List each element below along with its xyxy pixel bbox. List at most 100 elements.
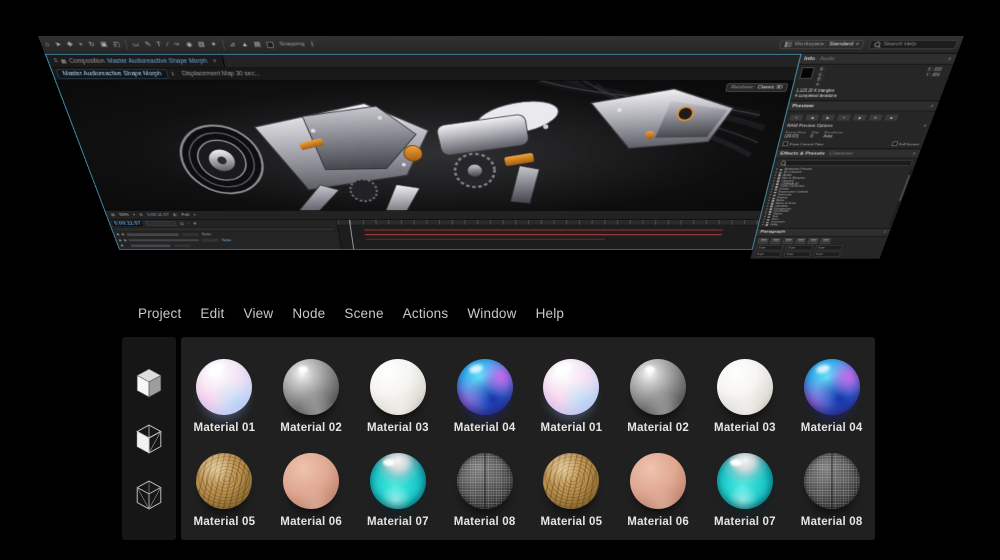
material-sphere-preview[interactable]	[543, 359, 599, 415]
layer-name-bar[interactable]	[130, 245, 171, 247]
pen-tool-icon[interactable]: ✎	[144, 41, 152, 48]
panel-menu-icon[interactable]: ≡	[930, 103, 935, 108]
menu-node[interactable]: Node	[292, 306, 325, 321]
time-ruler[interactable]	[337, 220, 759, 225]
blend-mode-dropdown[interactable]	[180, 232, 200, 236]
material-sphere-preview[interactable]	[457, 359, 513, 415]
solid-cube-icon[interactable]	[135, 367, 163, 399]
indent-left-field[interactable]: 0 px	[756, 245, 784, 250]
menu-edit[interactable]: Edit	[200, 306, 224, 321]
frame-rate-value[interactable]: (29.97)	[784, 135, 805, 139]
layer-duration-bar[interactable]	[365, 239, 605, 240]
material-sphere-preview[interactable]	[717, 453, 773, 509]
close-icon[interactable]: ×	[212, 58, 217, 64]
material-sphere-preview[interactable]	[196, 453, 252, 509]
material-sphere-preview[interactable]	[543, 453, 599, 509]
camera-tool-icon[interactable]: ▣	[100, 41, 109, 48]
material-item[interactable]: Material 08	[441, 438, 528, 533]
material-item[interactable]: Material 01	[181, 343, 268, 438]
lock-icon[interactable]	[123, 239, 126, 241]
snapshot-icon[interactable]: ◧	[173, 213, 178, 217]
panel-menu-icon[interactable]: ≡	[53, 58, 58, 63]
material-sphere-preview[interactable]	[370, 359, 426, 415]
camera-orbit-icon[interactable]: ▲	[240, 41, 248, 48]
paragraph-panel-tab[interactable]: Paragraph	[760, 230, 786, 234]
frame-blend-icon[interactable]: ✚	[193, 222, 198, 226]
align-right-button[interactable]	[782, 238, 794, 244]
brush-tool-icon[interactable]: ✑	[173, 41, 181, 48]
material-item[interactable]: Material 04	[788, 343, 875, 438]
comp-nav-item[interactable]: Displacement Map 30 sec...	[177, 70, 264, 78]
material-item[interactable]: Material 06	[615, 438, 702, 533]
material-sphere-preview[interactable]	[457, 453, 513, 509]
menu-project[interactable]: Project	[138, 306, 181, 321]
comp-mini-flowchart-icon[interactable]: ▤	[179, 222, 184, 226]
material-sphere-preview[interactable]	[804, 453, 860, 509]
renderer-button[interactable]: Renderer: Classic 3D	[725, 83, 788, 92]
justify-left-button[interactable]	[795, 238, 807, 244]
material-sphere-preview[interactable]	[717, 359, 773, 415]
comp-nav-active[interactable]: Master Audioreactive Shape Morph	[55, 69, 168, 79]
menu-scene[interactable]: Scene	[344, 306, 383, 321]
resolution-value[interactable]: Full	[181, 213, 190, 217]
material-item[interactable]: Material 05	[181, 438, 268, 533]
effects-search-input[interactable]	[777, 160, 913, 166]
lock-icon[interactable]	[121, 234, 124, 236]
layer-name-bar[interactable]	[128, 239, 199, 241]
timeline-graph-area[interactable]	[337, 220, 759, 249]
track-camera-icon[interactable]: ▤	[253, 41, 261, 48]
axis-mode-icon[interactable]: ⊿	[229, 41, 236, 48]
composition-tab[interactable]: ≡ ▦ Composition Master Audioreactive Sha…	[46, 55, 225, 68]
from-current-time-checkbox[interactable]: From Current Time	[782, 141, 824, 146]
help-search-input[interactable]: Search Help	[868, 40, 959, 49]
blend-mode-dropdown[interactable]	[201, 238, 221, 242]
layer-duration-bar[interactable]	[364, 229, 724, 230]
material-sphere-preview[interactable]	[630, 359, 686, 415]
audio-toggle-button[interactable]: ◆	[852, 114, 868, 121]
preview-panel-tab[interactable]: Preview	[792, 103, 815, 108]
material-item[interactable]: Material 02	[268, 343, 355, 438]
effects-category[interactable]: ▸Utility	[762, 224, 891, 227]
half-wireframe-cube-icon[interactable]	[135, 423, 163, 455]
eye-icon[interactable]	[116, 234, 119, 236]
align-center-button[interactable]	[770, 238, 782, 244]
pan-behind-tool-icon[interactable]: ◰	[112, 41, 121, 48]
material-sphere-preview[interactable]	[804, 359, 860, 415]
full-screen-checkbox[interactable]: Full Screen	[891, 141, 920, 146]
timeline-layer-row[interactable]: None	[118, 238, 337, 242]
material-item[interactable]: Material 03	[702, 343, 789, 438]
snapping-checkbox[interactable]	[266, 41, 274, 48]
material-item[interactable]: Material 07	[702, 438, 789, 533]
character-panel-tab[interactable]: Character	[829, 151, 854, 156]
space-after-field[interactable]: 0 px	[784, 251, 812, 256]
blend-mode-dropdown[interactable]	[172, 244, 192, 248]
viewport-timecode[interactable]: 0:00:11:07	[147, 213, 170, 217]
audio-panel-tab[interactable]: Audio	[819, 56, 836, 61]
material-item[interactable]: Material 05	[528, 438, 615, 533]
indent-right-field[interactable]: 0 px	[815, 245, 843, 250]
clone-stamp-icon[interactable]: ◉	[185, 41, 193, 48]
workspace-selector[interactable]: Workspace: Standard ▾	[779, 40, 865, 49]
justify-right-button[interactable]	[820, 238, 832, 244]
text-tool-icon[interactable]: T	[156, 41, 162, 48]
zoom-tool-icon[interactable]: ⌖	[78, 41, 84, 48]
align-left-button[interactable]	[757, 238, 769, 244]
material-item[interactable]: Material 08	[788, 438, 875, 533]
skip-value[interactable]: 0	[810, 135, 819, 139]
parent-dropdown[interactable]: None	[222, 238, 232, 241]
ram-preview-button[interactable]: ■	[883, 114, 900, 121]
menu-window[interactable]: Window	[467, 306, 516, 321]
safe-zones-icon[interactable]: ⊞	[139, 213, 144, 217]
info-panel-tab[interactable]: Info	[804, 56, 816, 61]
puppet-pin-icon[interactable]: ✦	[210, 41, 217, 48]
mask-tool-icon[interactable]: ▭	[132, 41, 141, 48]
line-tool-icon[interactable]: ∕	[166, 41, 169, 48]
menu-view[interactable]: View	[243, 306, 273, 321]
material-sphere-preview[interactable]	[370, 453, 426, 509]
spacing-field[interactable]: 0 px	[813, 251, 841, 256]
material-item[interactable]: Material 02	[615, 343, 702, 438]
timeline-layer-row[interactable]: None	[116, 232, 337, 236]
rotate-tool-icon[interactable]: ↻	[88, 41, 96, 48]
layer-duration-bar[interactable]	[364, 234, 722, 235]
draft-3d-icon[interactable]: ◔	[187, 222, 191, 226]
